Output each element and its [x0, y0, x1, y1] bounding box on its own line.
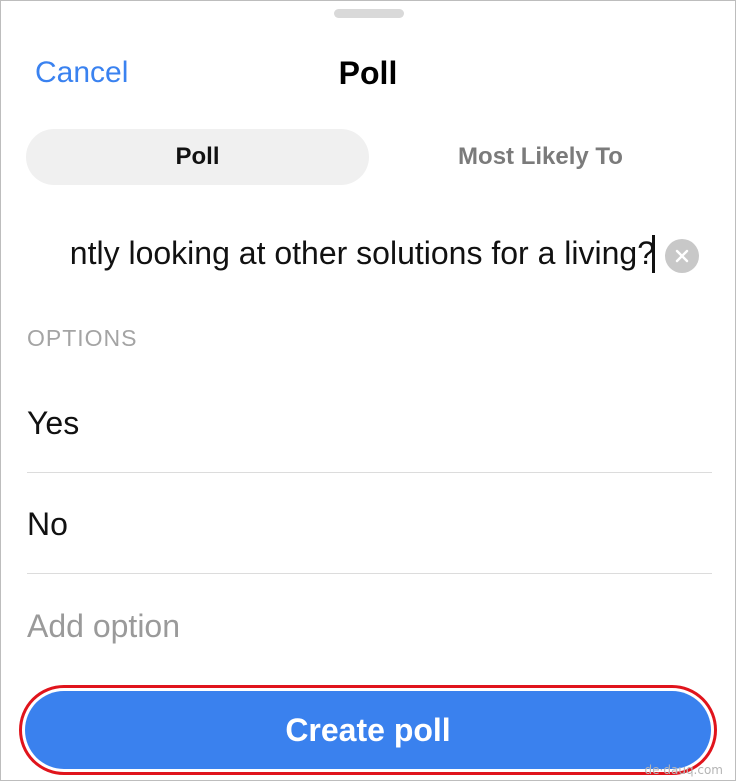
divider: [27, 573, 712, 574]
option-value: No: [27, 506, 68, 542]
text-cursor: [652, 235, 655, 273]
tab-poll[interactable]: Poll: [26, 129, 369, 185]
question-text: ntly looking at other solutions for a li…: [69, 235, 655, 271]
divider: [27, 472, 712, 473]
drag-handle-icon[interactable]: [334, 9, 404, 18]
create-poll-button[interactable]: Create poll: [25, 691, 711, 769]
page-title: Poll: [338, 55, 398, 91]
options-section-header: OPTIONS: [27, 325, 138, 351]
option-field-no[interactable]: No: [27, 474, 711, 574]
add-option-field[interactable]: Add option: [27, 576, 711, 676]
watermark: de·dauq.com: [644, 763, 723, 777]
tab-most-likely-to[interactable]: Most Likely To: [369, 129, 712, 185]
option-field-yes[interactable]: Yes: [27, 373, 711, 473]
add-option-placeholder: Add option: [27, 608, 181, 644]
clear-question-button[interactable]: [665, 239, 699, 273]
close-icon: [675, 249, 689, 263]
poll-type-segmented-control: Poll Most Likely To: [26, 129, 714, 185]
create-poll-highlight: Create poll: [19, 685, 717, 775]
option-value: Yes: [27, 405, 80, 441]
poll-sheet: Cancel Poll Poll Most Likely To ntly loo…: [0, 0, 736, 781]
create-poll-label: Create poll: [285, 711, 451, 748]
question-field[interactable]: ntly looking at other solutions for a li…: [1, 227, 735, 283]
